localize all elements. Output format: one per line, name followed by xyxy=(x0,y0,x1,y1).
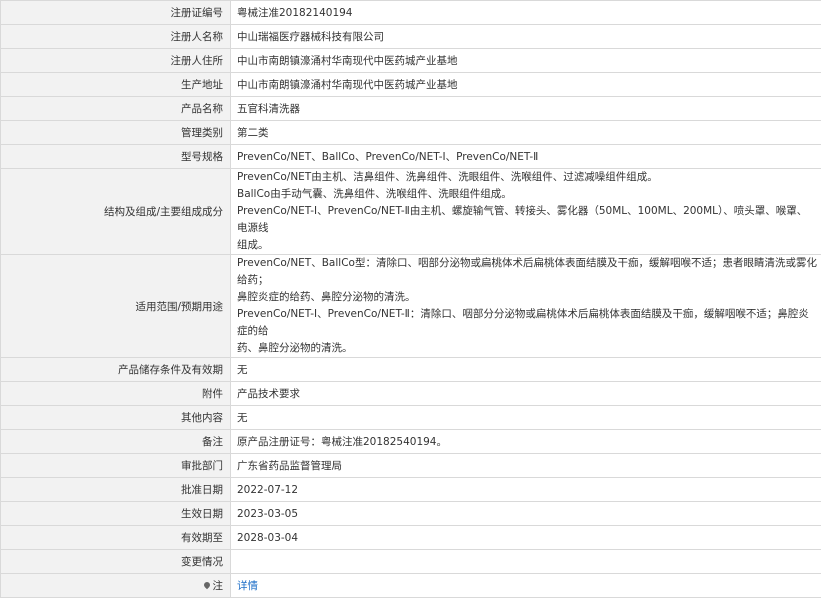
usage-line: PrevenCo/NET、BallCo型：清除口、咽部分泌物或扁桃体术后扁桃体表… xyxy=(237,255,817,289)
details-link[interactable]: 详情 xyxy=(237,580,258,592)
label-usage: 适用范围/预期用途 xyxy=(1,255,231,358)
label-management-class: 管理类别 xyxy=(1,121,231,145)
usage-line: PrevenCo/NET-Ⅰ、PrevenCo/NET-Ⅱ：清除口、咽部分分泌物… xyxy=(237,306,817,340)
value-effective-date: 2023-03-05 xyxy=(231,502,821,526)
usage-line: 药、鼻腔分泌物的清洗。 xyxy=(237,340,817,357)
value-structure: PrevenCo/NET由主机、洁鼻组件、洗鼻组件、洗眼组件、洗喉组件、过滤减噪… xyxy=(231,169,821,255)
label-remarks: 备注 xyxy=(1,430,231,454)
value-changes xyxy=(231,550,821,574)
label-production-address: 生产地址 xyxy=(1,73,231,97)
value-model-spec: PrevenCo/NET、BallCo、PrevenCo/NET-Ⅰ、Preve… xyxy=(231,145,821,169)
label-expiry-date: 有效期至 xyxy=(1,526,231,550)
row-structure: 结构及组成/主要组成成分 PrevenCo/NET由主机、洁鼻组件、洗鼻组件、洗… xyxy=(1,169,821,255)
label-structure: 结构及组成/主要组成成分 xyxy=(1,169,231,255)
value-usage: PrevenCo/NET、BallCo型：清除口、咽部分泌物或扁桃体术后扁桃体表… xyxy=(231,255,821,358)
value-registrant-name: 中山瑞福医疗器械科技有限公司 xyxy=(231,25,821,49)
value-remarks: 原产品注册证号：粤械注准20182540194。 xyxy=(231,430,821,454)
registration-table: 注册证编号 粤械注准20182140194 注册人名称 中山瑞福医疗器械科技有限… xyxy=(0,0,821,598)
row-effective-date: 生效日期 2023-03-05 xyxy=(1,502,821,526)
row-production-address: 生产地址 中山市南朗镇濠涌村华南现代中医药城产业基地 xyxy=(1,73,821,97)
row-management-class: 管理类别 第二类 xyxy=(1,121,821,145)
row-storage: 产品储存条件及有效期 无 xyxy=(1,358,821,382)
row-model-spec: 型号规格 PrevenCo/NET、BallCo、PrevenCo/NET-Ⅰ、… xyxy=(1,145,821,169)
location-pin-icon xyxy=(202,581,210,589)
row-approval-date: 批准日期 2022-07-12 xyxy=(1,478,821,502)
structure-line: PrevenCo/NET-Ⅰ、PrevenCo/NET-Ⅱ由主机、螺旋输气管、转… xyxy=(237,203,817,237)
row-usage: 适用范围/预期用途 PrevenCo/NET、BallCo型：清除口、咽部分泌物… xyxy=(1,255,821,358)
row-registrant-name: 注册人名称 中山瑞福医疗器械科技有限公司 xyxy=(1,25,821,49)
row-expiry-date: 有效期至 2028-03-04 xyxy=(1,526,821,550)
row-remarks: 备注 原产品注册证号：粤械注准20182540194。 xyxy=(1,430,821,454)
label-note: 注 xyxy=(1,574,231,598)
label-attachment: 附件 xyxy=(1,382,231,406)
label-registrant-address: 注册人住所 xyxy=(1,49,231,73)
row-note: 注 详情 xyxy=(1,574,821,598)
row-changes: 变更情况 xyxy=(1,550,821,574)
usage-line: 鼻腔炎症的给药、鼻腔分泌物的清洗。 xyxy=(237,289,817,306)
note-label: 注 xyxy=(213,580,224,592)
row-other: 其他内容 无 xyxy=(1,406,821,430)
value-registration-no: 粤械注准20182140194 xyxy=(231,1,821,25)
label-other: 其他内容 xyxy=(1,406,231,430)
label-model-spec: 型号规格 xyxy=(1,145,231,169)
value-storage: 无 xyxy=(231,358,821,382)
structure-line: BallCo由手动气囊、洗鼻组件、洗喉组件、洗眼组件组成。 xyxy=(237,186,817,203)
label-registrant-name: 注册人名称 xyxy=(1,25,231,49)
row-registration-no: 注册证编号 粤械注准20182140194 xyxy=(1,1,821,25)
value-registrant-address: 中山市南朗镇濠涌村华南现代中医药城产业基地 xyxy=(231,49,821,73)
label-registration-no: 注册证编号 xyxy=(1,1,231,25)
label-changes: 变更情况 xyxy=(1,550,231,574)
value-production-address: 中山市南朗镇濠涌村华南现代中医药城产业基地 xyxy=(231,73,821,97)
row-attachment: 附件 产品技术要求 xyxy=(1,382,821,406)
row-registrant-address: 注册人住所 中山市南朗镇濠涌村华南现代中医药城产业基地 xyxy=(1,49,821,73)
value-product-name: 五官科清洗器 xyxy=(231,97,821,121)
row-product-name: 产品名称 五官科清洗器 xyxy=(1,97,821,121)
label-approval-dept: 审批部门 xyxy=(1,454,231,478)
row-approval-dept: 审批部门 广东省药品监督管理局 xyxy=(1,454,821,478)
label-effective-date: 生效日期 xyxy=(1,502,231,526)
value-attachment: 产品技术要求 xyxy=(231,382,821,406)
structure-line: 组成。 xyxy=(237,237,817,254)
value-approval-dept: 广东省药品监督管理局 xyxy=(231,454,821,478)
value-expiry-date: 2028-03-04 xyxy=(231,526,821,550)
value-management-class: 第二类 xyxy=(231,121,821,145)
structure-line: PrevenCo/NET由主机、洁鼻组件、洗鼻组件、洗眼组件、洗喉组件、过滤减噪… xyxy=(237,169,817,186)
value-approval-date: 2022-07-12 xyxy=(231,478,821,502)
label-storage: 产品储存条件及有效期 xyxy=(1,358,231,382)
value-note: 详情 xyxy=(231,574,821,598)
label-approval-date: 批准日期 xyxy=(1,478,231,502)
value-other: 无 xyxy=(231,406,821,430)
label-product-name: 产品名称 xyxy=(1,97,231,121)
